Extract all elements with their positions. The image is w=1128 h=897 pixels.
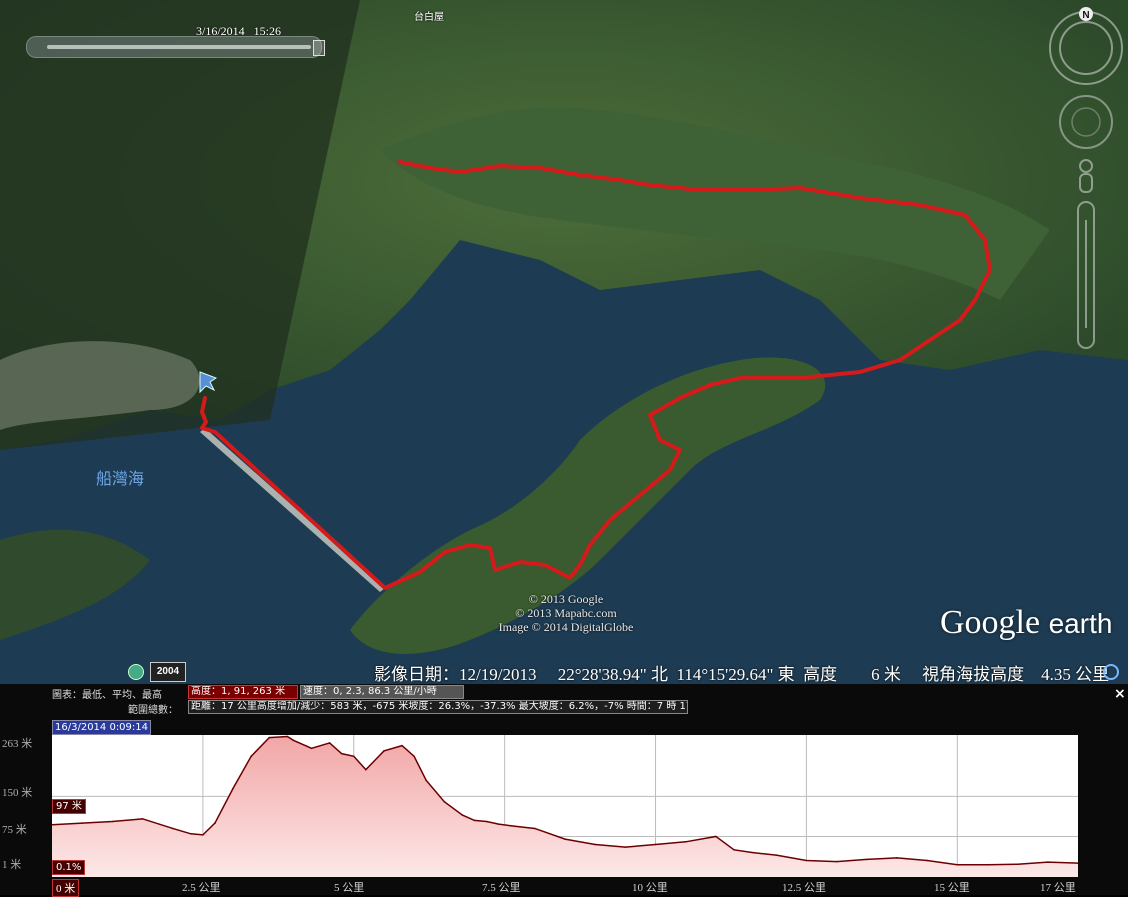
elevation-point (751, 851, 753, 854)
y-tick-label: 150 米 (2, 787, 33, 799)
elevation-point (497, 823, 500, 825)
elevation-point (425, 779, 427, 782)
time-slider-track[interactable] (47, 45, 311, 49)
x-tick-label: 5 公里 (334, 882, 365, 894)
elevation-point (250, 755, 252, 758)
x-tick-label: 15 公里 (934, 882, 970, 894)
elevation-point (81, 822, 83, 824)
elevation-point (111, 820, 114, 823)
elevation-point (1016, 863, 1019, 866)
elevation-point (190, 832, 192, 835)
x-tick-label: 2.5 公里 (182, 882, 221, 894)
cursor-elevation-tag: 97 米 (52, 799, 86, 814)
x-tick-label: 7.5 公里 (482, 882, 521, 894)
copyright-line: © 2013 Google (528, 592, 604, 606)
elevation-point (286, 735, 289, 738)
elevation-point (310, 747, 313, 750)
cursor-date-tag: 16/3/2014 0:09:14 (52, 720, 152, 735)
x-tick-label: 10 公里 (632, 882, 668, 894)
elevation-point (328, 742, 331, 744)
cursor-slope-tag: 0.1% (52, 860, 86, 875)
elevation-stats-box[interactable]: 高度：1, 91, 263 米 (188, 685, 298, 699)
elevation-point (473, 819, 476, 822)
profile-info-prefix-1: 圖表：最低、平均、最高 (52, 690, 162, 701)
copyright-line: © 2013 Mapabc.com (515, 606, 617, 620)
y-tick-label: 75 米 (2, 824, 27, 836)
compass-north-label: N (1082, 10, 1089, 21)
elevation-point (365, 768, 367, 771)
navigation-controls[interactable]: N (1046, 6, 1126, 356)
logo-earth: earth (1048, 608, 1113, 639)
y-tick-label: 1 米 (2, 859, 22, 871)
streaming-progress-icon (1103, 664, 1119, 680)
elevation-point (594, 843, 596, 846)
google-earth-logo: Google earth (940, 604, 1112, 642)
elevation-point (401, 744, 403, 747)
elevation-point (461, 814, 464, 816)
elevation-point (214, 822, 216, 824)
elevation-point (775, 854, 778, 856)
range-totals-box: 距離：17 公里高度增加/減少：583 米，-675 米坡度：26.3%，-37… (188, 700, 688, 714)
elevation-point (202, 834, 204, 836)
status-coordinates: 影像日期：12/19/2013 22°28'38.94" 北 114°15'29… (374, 665, 1110, 684)
imagery-copyright: © 2013 Google © 2013 Mapabc.com Image © … (486, 592, 646, 634)
x-tick-label: 12.5 公里 (782, 882, 826, 894)
elevation-point (896, 857, 898, 859)
elevation-point (654, 843, 657, 846)
x-tick-label: 0 米 (52, 879, 80, 897)
elevation-point (141, 818, 144, 820)
elevation-point (624, 846, 627, 848)
elevation-point (292, 739, 295, 742)
elevation-point (733, 849, 735, 851)
map-view[interactable]: 3/16/2014 15:26 台白屋 船灣海 © 2013 Google © … (0, 0, 1128, 684)
place-label: 台白屋 (414, 12, 444, 23)
elevation-point (383, 750, 385, 752)
close-profile-button[interactable]: × (1114, 686, 1126, 702)
elevation-point (232, 787, 234, 790)
elevation-point (986, 863, 989, 866)
look-joystick[interactable] (1059, 95, 1113, 149)
profile-info-prefix-2: 範圍總數： (128, 705, 178, 716)
elevation-point (865, 858, 868, 861)
logo-google: Google (940, 604, 1041, 641)
elevation-point (835, 860, 838, 863)
y-tick-label: 263 米 (2, 738, 33, 750)
elevation-point (171, 827, 174, 830)
time-slider-label: 3/16/2014 15:26 (196, 24, 282, 38)
zoom-slider[interactable] (1077, 201, 1095, 349)
elevation-point (715, 835, 717, 838)
elevation-point (443, 800, 446, 803)
elevation-point (485, 820, 488, 823)
elevation-point (352, 755, 355, 758)
x-tick-label: 17 公里 (1040, 882, 1076, 894)
elevation-chart[interactable] (52, 735, 1078, 877)
speed-stats-box[interactable]: 速度：0, 2.3, 86.3 公里/小時 (300, 685, 464, 699)
elevation-point (684, 841, 687, 843)
time-slider[interactable] (26, 36, 325, 58)
gps-track (199, 160, 992, 590)
elevation-point (268, 736, 271, 739)
historical-imagery-clock-icon[interactable] (128, 664, 144, 680)
time-slider-handle[interactable] (313, 40, 325, 56)
water-label: 船灣海 (96, 469, 145, 488)
street-view-pegman-icon[interactable] (1079, 159, 1093, 193)
historical-imagery-year[interactable]: 2004 (150, 662, 186, 682)
elevation-point (564, 838, 566, 840)
compass-ring[interactable] (1049, 11, 1123, 85)
elevation-point (413, 755, 415, 758)
copyright-line: Image © 2014 DigitalGlobe (498, 620, 634, 634)
elevation-point (1047, 861, 1049, 863)
elevation-point (956, 863, 959, 866)
elevation-point (509, 824, 512, 827)
elevation-point (340, 752, 343, 755)
elevation-point (805, 859, 808, 862)
elevation-point (926, 859, 928, 862)
elevation-point (534, 827, 536, 830)
